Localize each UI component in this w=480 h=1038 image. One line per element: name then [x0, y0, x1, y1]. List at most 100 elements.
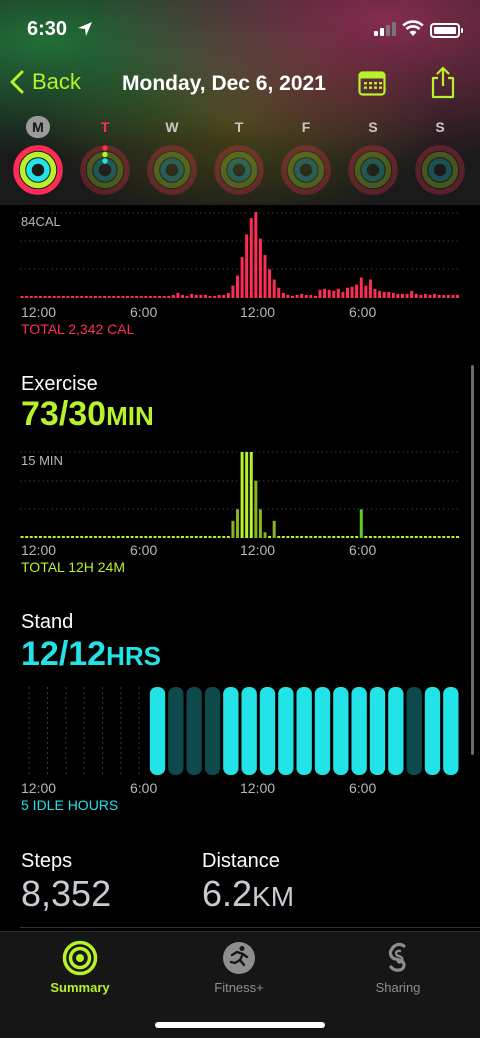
exercise-bar — [66, 536, 70, 538]
exercise-bar — [217, 536, 221, 538]
exercise-bar — [245, 452, 249, 538]
exercise-label: Exercise — [21, 373, 98, 395]
exercise-bar — [346, 536, 349, 538]
stand-hour-achieved — [278, 687, 294, 775]
distance-value: 6.2KM — [202, 873, 294, 915]
distance-value-number: 6.2 — [202, 873, 253, 914]
move-bar — [203, 294, 207, 298]
day-0[interactable]: M — [12, 116, 64, 195]
exercise-bar — [203, 536, 207, 538]
back-button[interactable]: Back — [10, 69, 81, 95]
move-bar — [272, 279, 276, 298]
stand-hour-achieved — [369, 687, 386, 775]
sharing-icon — [388, 942, 406, 972]
tab-summary[interactable]: Summary — [20, 940, 140, 995]
exercise-bar — [396, 536, 400, 538]
exercise-bar — [419, 536, 423, 538]
move-bar — [103, 295, 107, 298]
move-bar — [148, 295, 152, 298]
exercise-tick-2: 12:00 — [240, 542, 276, 558]
day-1[interactable]: T — [79, 116, 131, 195]
move-bar — [336, 288, 340, 298]
day-2[interactable]: W — [146, 116, 198, 195]
activity-rings-icon — [281, 145, 331, 195]
move-bar — [93, 295, 97, 298]
move-bar — [258, 238, 262, 298]
exercise-bar — [148, 536, 152, 538]
move-bar — [414, 293, 418, 298]
day-4[interactable]: F — [280, 116, 332, 195]
move-bar — [245, 234, 249, 298]
tab-sharing[interactable]: Sharing — [338, 940, 458, 995]
steps-value: 8,352 — [21, 873, 112, 914]
move-bar — [346, 287, 349, 298]
exercise-bars — [20, 451, 460, 538]
exercise-value-number: 73/30 — [21, 395, 107, 433]
tab-summary-label: Summary — [50, 980, 110, 995]
exercise-bar — [126, 536, 129, 538]
move-bar — [84, 295, 88, 298]
stand-tick-3: 6:00 — [349, 780, 377, 796]
exercise-bar — [281, 536, 285, 538]
steps-label: Steps — [21, 850, 73, 872]
status-bar: 6:30 — [0, 14, 480, 44]
move-total: TOTAL 2,342 CAL — [21, 321, 135, 337]
move-bar — [405, 293, 409, 298]
activity-rings-icon — [348, 145, 398, 195]
move-bar — [167, 295, 171, 298]
move-bar — [391, 292, 395, 298]
day-6[interactable]: S — [414, 116, 466, 195]
exercise-bar — [80, 536, 84, 538]
move-bar — [419, 294, 423, 298]
exercise-bar — [442, 536, 446, 538]
exercise-bar — [213, 536, 217, 538]
stand-hour-missed — [168, 687, 184, 775]
activity-rings-icon — [214, 145, 264, 195]
activity-rings-icon — [415, 145, 465, 195]
move-bar — [368, 279, 372, 298]
exercise-bar — [332, 536, 336, 538]
day-5[interactable]: S — [347, 116, 399, 195]
day-3[interactable]: T — [213, 116, 265, 195]
move-bar — [139, 295, 143, 298]
distance-value-unit: KM — [252, 881, 295, 912]
exercise-bar — [25, 536, 29, 538]
exercise-total: TOTAL 12H 24M — [21, 559, 126, 575]
move-bar — [194, 294, 198, 298]
share-icon[interactable] — [430, 66, 456, 100]
move-bar — [318, 289, 322, 298]
exercise-bar — [75, 536, 79, 538]
stand-hour-achieved — [333, 687, 349, 775]
exercise-bar — [144, 536, 148, 538]
exercise-bar — [89, 536, 93, 538]
exercise-bar — [135, 536, 139, 538]
exercise-bar — [236, 509, 239, 538]
move-bar — [451, 294, 455, 298]
stand-hour-achieved — [314, 687, 331, 775]
exercise-bar — [300, 536, 304, 538]
move-bar — [281, 292, 285, 298]
move-bar — [176, 292, 180, 298]
exercise-bar — [286, 536, 290, 538]
move-bar — [268, 269, 272, 298]
scrollbar[interactable] — [471, 365, 474, 755]
move-bar — [38, 295, 42, 298]
exercise-bar — [52, 536, 56, 538]
move-bar — [401, 293, 404, 298]
day-label: T — [100, 119, 110, 135]
exercise-bar — [34, 536, 38, 538]
tab-sharing-label: Sharing — [375, 980, 421, 995]
exercise-bar — [158, 536, 162, 538]
move-bar — [126, 295, 129, 298]
move-bar — [364, 285, 368, 298]
move-bar — [112, 295, 116, 298]
exercise-bar — [423, 536, 427, 538]
tab-fitness-plus[interactable]: Fitness+ — [179, 940, 299, 995]
exercise-bar — [153, 536, 157, 538]
move-bar — [135, 295, 139, 298]
exercise-bar — [107, 536, 111, 538]
exercise-bar — [171, 536, 175, 538]
calendar-icon[interactable] — [358, 70, 386, 96]
exercise-bar — [364, 536, 368, 538]
chevron-left-icon — [10, 70, 24, 94]
